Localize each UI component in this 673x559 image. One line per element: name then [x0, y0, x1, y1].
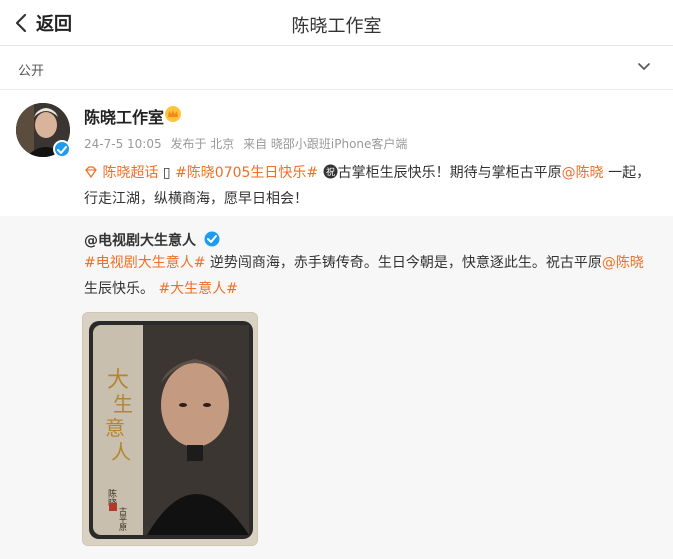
poster-title-3: 意: [105, 416, 125, 440]
top-bar: 返回 陈晓工作室: [0, 0, 673, 46]
author-name[interactable]: 陈晓工作室: [84, 104, 164, 128]
repost-text-part1: 逆势闯商海，赤手铸传奇。生日今朝是，快意逐此生。祝古平原: [205, 255, 602, 271]
visibility-label: 公开: [18, 64, 45, 79]
repost-body: #电视剧大生意人# 逆势闯商海，赤手铸传奇。生日今朝是，快意逐此生。祝古平原@陈…: [84, 250, 659, 302]
poster-title-4: 人: [111, 440, 131, 464]
verified-badge-icon: [204, 231, 220, 247]
repost-mention-link[interactable]: @陈晓: [602, 255, 644, 271]
topic-end-link[interactable]: #大生意人#: [158, 281, 237, 297]
separator-glyph: ▯: [162, 165, 171, 181]
post-location: 发布于 北京: [170, 137, 235, 151]
repost-author[interactable]: @电视剧大生意人: [84, 230, 196, 250]
chevron-down-icon: [638, 63, 650, 70]
topic-drama-link[interactable]: #电视剧大生意人#: [84, 255, 205, 271]
poster-image[interactable]: 大 生 意 人 陈晓 古平原: [82, 312, 258, 546]
diamond-icon: [85, 166, 97, 179]
crown-icon: [165, 106, 181, 122]
post-body: 陈晓超话 ▯ #陈晓0705生日快乐# 祝古掌柜生辰快乐！期待与掌柜古平原@陈晓…: [84, 160, 659, 212]
post-text-part1: 古掌柜生辰快乐！期待与掌柜古平原: [337, 165, 562, 181]
topic-birthday-link[interactable]: #陈晓0705生日快乐#: [175, 165, 318, 181]
poster-title-1: 大: [107, 368, 129, 393]
verified-badge-icon: [53, 140, 71, 158]
post-time: 24-7-5 10:05: [84, 137, 162, 151]
repost-card[interactable]: @电视剧大生意人 #电视剧大生意人# 逆势闯商海，赤手铸传奇。生日今朝是，快意逐…: [0, 216, 673, 559]
post-meta: 24-7-5 10:05 发布于 北京 来自 晓邵小跟班iPhone客户端: [84, 135, 412, 152]
topic-chaohua-link[interactable]: 陈晓超话: [84, 165, 158, 181]
mention-link[interactable]: @陈晓: [562, 165, 604, 181]
repost-text-part2: 生辰快乐。: [84, 281, 159, 297]
page-title: 陈晓工作室: [291, 16, 382, 37]
poster-role: 古平原: [119, 506, 128, 531]
wish-icon: 祝: [323, 164, 338, 179]
post-client: 来自 晓邵小跟班iPhone客户端: [243, 137, 408, 151]
svg-text:祝: 祝: [326, 166, 335, 178]
visibility-selector[interactable]: 公开: [0, 46, 673, 90]
poster-title-2: 生: [113, 392, 133, 416]
topic-chaohua-label: 陈晓超话: [102, 165, 159, 181]
